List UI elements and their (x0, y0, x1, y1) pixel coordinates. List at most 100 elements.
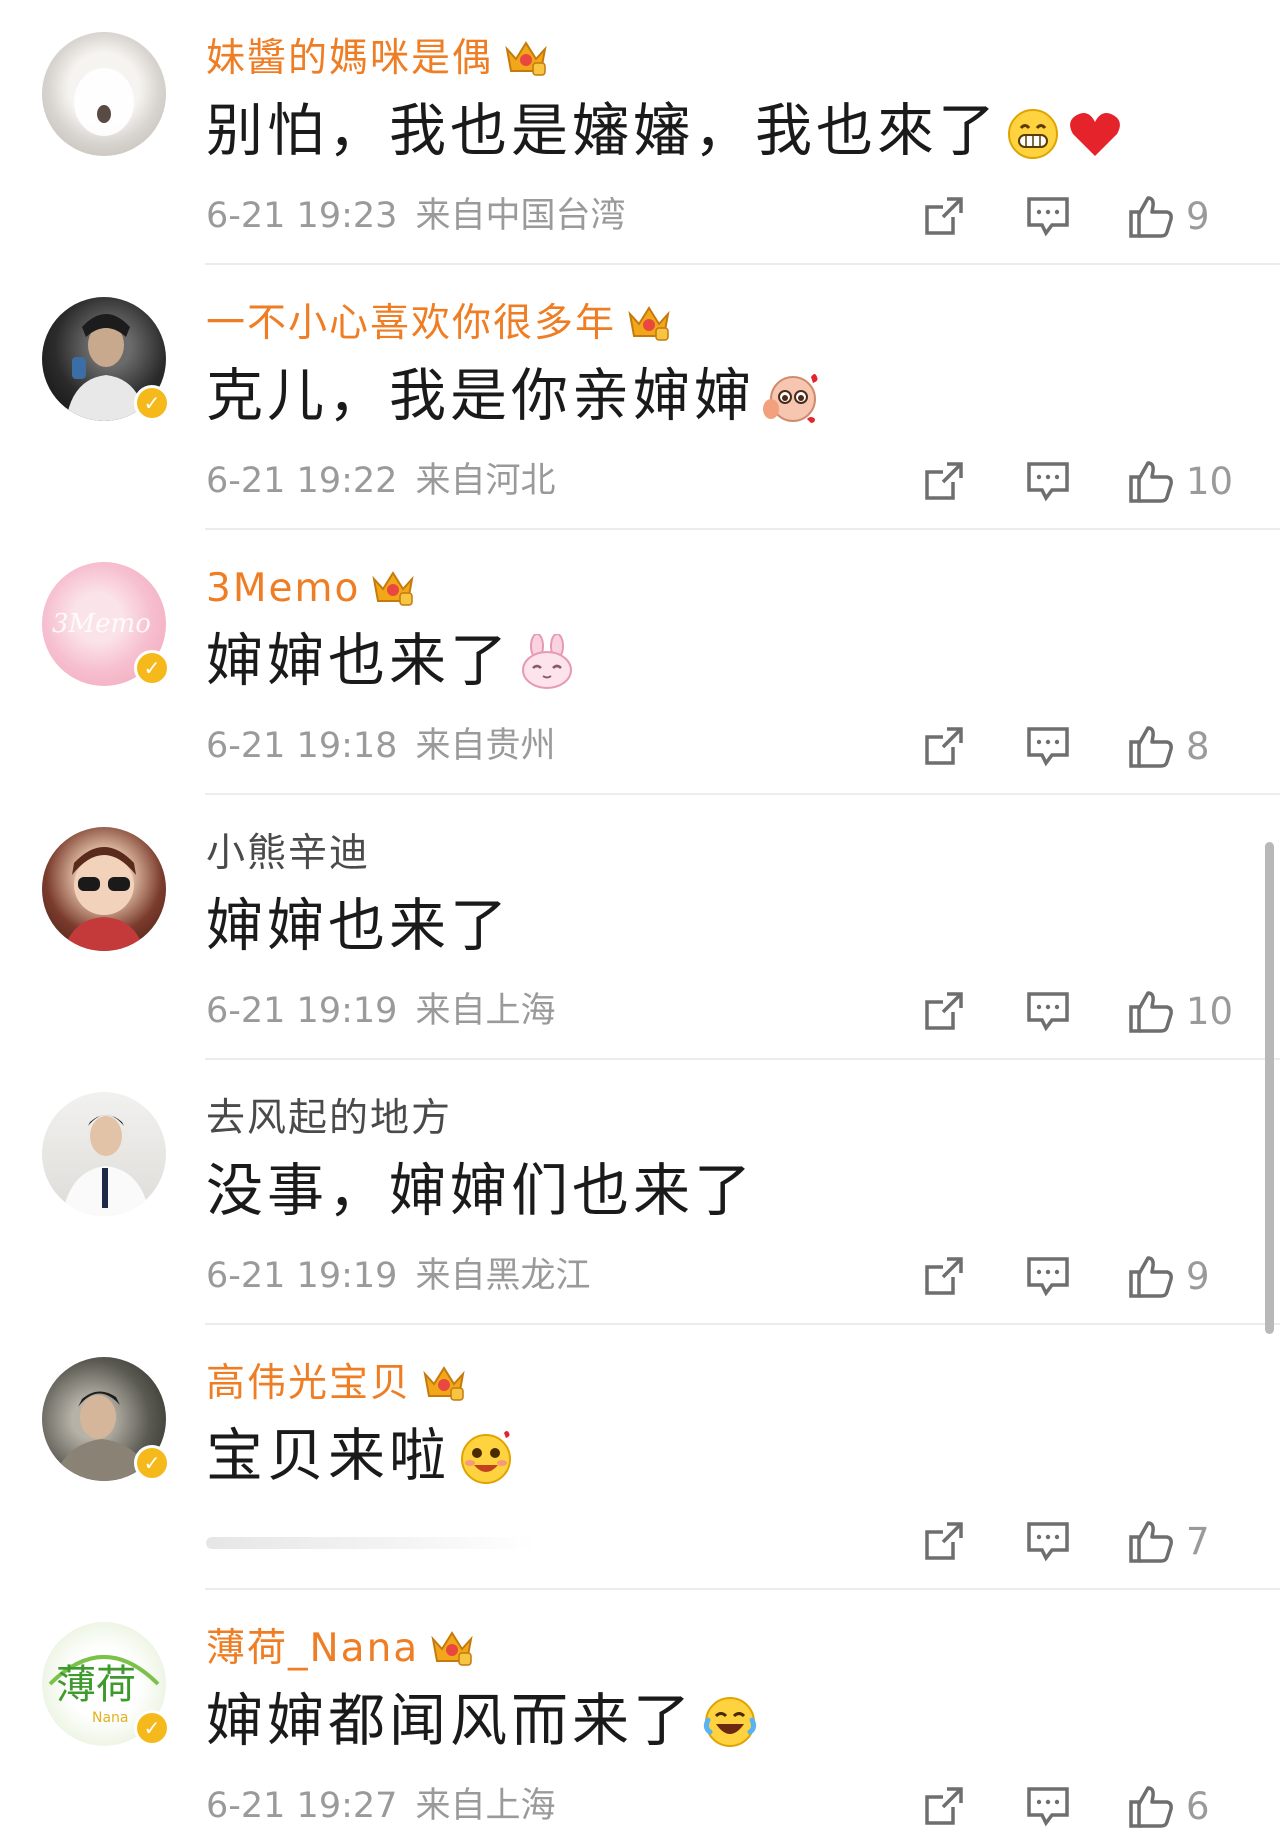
share-button[interactable] (920, 1517, 968, 1565)
verified-badge-icon: ✓ (134, 385, 170, 421)
comment-body: 克儿，我是你亲婶婶 (206, 363, 755, 429)
share-icon (925, 1257, 963, 1295)
comment-icon (1027, 462, 1069, 502)
username[interactable]: 小熊辛迪 (206, 831, 370, 877)
comment-icon (1027, 1787, 1069, 1827)
username[interactable]: 高伟光宝贝 (206, 1361, 467, 1413)
thumbs-up-icon (1129, 1786, 1173, 1828)
comment-item: 小熊辛迪 婶婶也来了 6-21 19:19 来自上海 10 (0, 795, 1280, 1060)
avatar-button[interactable]: ✓ (42, 1357, 170, 1481)
scrollbar[interactable] (1265, 842, 1274, 1334)
timestamp: 6-21 19:19 (206, 991, 398, 1031)
action-bar: 8 (920, 718, 1238, 774)
comment-body: 宝贝来啦 (206, 1423, 450, 1489)
like-count: 7 (1186, 1519, 1210, 1563)
avatar-button[interactable]: 3Memo ✓ (42, 562, 170, 686)
comment-icon (1027, 1522, 1069, 1562)
comment-feed: 妹醬的媽咪是偶 别怕，我也是嬸嬸，我也來了 6-21 19:23 来自中国台湾 9 (0, 0, 1280, 1840)
reply-button[interactable] (1024, 987, 1072, 1035)
like-button[interactable]: 8 (1128, 724, 1238, 768)
comment-meta: 6-21 19:27 来自上海 (206, 1784, 555, 1828)
dog-photo (74, 68, 134, 136)
comment-body: 婶婶都闻风而来了 (206, 1688, 694, 1754)
action-bar: 7 (920, 1513, 1238, 1569)
avatar (42, 1092, 166, 1216)
love-emoji-icon (458, 1429, 514, 1501)
shy-emoji-icon (763, 369, 819, 441)
like-button[interactable]: 10 (1128, 989, 1238, 1033)
vip-crown-icon (626, 302, 672, 353)
like-button[interactable]: 6 (1128, 1784, 1238, 1828)
svg-text:3Memo: 3Memo (52, 609, 151, 639)
action-bar: 6 (920, 1778, 1238, 1834)
reply-button[interactable] (1024, 722, 1072, 770)
username-text: 薄荷_Nana (206, 1626, 420, 1671)
avatar (42, 827, 166, 951)
reply-button[interactable] (1024, 192, 1072, 240)
avatar-button[interactable] (42, 827, 166, 951)
share-button[interactable] (920, 722, 968, 770)
location: 来自黑龙江 (415, 1256, 591, 1296)
timestamp: 6-21 19:18 (206, 726, 398, 766)
comment-item: 薄荷 Nana ✓ 薄荷_Nana 婶婶都闻风而来了 6-21 19:27 来自上… (0, 1590, 1280, 1840)
comment-text: 婶婶也来了 (206, 891, 511, 961)
username-text: 小熊辛迪 (206, 831, 371, 876)
username-text: 高伟光宝贝 (206, 1361, 412, 1406)
comment-meta: 6-21 19:18 来自贵州 (206, 724, 555, 768)
action-bar: 10 (920, 983, 1238, 1039)
username[interactable]: 去风起的地方 (206, 1096, 452, 1142)
comment-item: ✓ 高伟光宝贝 宝贝来啦 7 (0, 1325, 1280, 1590)
timestamp: 6-21 19:27 (206, 1786, 398, 1826)
avatar-button[interactable]: 薄荷 Nana ✓ (42, 1622, 170, 1746)
username[interactable]: 3Memo (206, 566, 416, 618)
share-button[interactable] (920, 1782, 968, 1830)
timestamp: 6-21 19:23 (206, 196, 398, 236)
laugh-cry-emoji-icon (702, 1694, 758, 1766)
username[interactable]: 一不小心喜欢你很多年 (206, 301, 672, 353)
share-button[interactable] (920, 192, 968, 240)
share-icon (925, 1787, 963, 1825)
comment-text: 别怕，我也是嬸嬸，我也來了 (206, 96, 1123, 176)
username[interactable]: 妹醬的媽咪是偶 (206, 36, 549, 88)
reply-button[interactable] (1024, 1517, 1072, 1565)
share-button[interactable] (920, 457, 968, 505)
comment-text: 婶婶都闻风而来了 (206, 1686, 758, 1766)
comment-icon (1027, 992, 1069, 1032)
like-button[interactable]: 10 (1128, 459, 1238, 503)
share-icon (925, 197, 963, 235)
comment-item: ✓ 一不小心喜欢你很多年 克儿，我是你亲婶婶 6-21 19:22 来自河北 10 (0, 265, 1280, 530)
vip-crown-icon (370, 567, 416, 618)
like-count: 10 (1186, 989, 1234, 1033)
comment-meta: 6-21 19:23 来自中国台湾 (206, 194, 625, 238)
like-button[interactable]: 9 (1128, 1254, 1238, 1298)
comment-body: 没事，婶婶们也来了 (206, 1158, 755, 1224)
share-button[interactable] (920, 1252, 968, 1300)
comment-text: 没事，婶婶们也来了 (206, 1156, 755, 1226)
like-count: 9 (1186, 1254, 1210, 1298)
like-button[interactable]: 7 (1128, 1519, 1238, 1563)
reply-button[interactable] (1024, 457, 1072, 505)
avatar-button[interactable] (42, 32, 166, 156)
comment-body: 婶婶也来了 (206, 628, 511, 694)
comment-text: 婶婶也来了 (206, 626, 575, 706)
like-button[interactable]: 9 (1128, 194, 1238, 238)
action-bar: 9 (920, 188, 1238, 244)
cartoon-girl-photo (64, 847, 144, 951)
avatar-button[interactable]: ✓ (42, 297, 170, 421)
person-photo (62, 1115, 150, 1216)
comment-body: 别怕，我也是嬸嬸，我也來了 (206, 98, 999, 164)
location: 来自上海 (415, 1786, 556, 1826)
svg-text:薄荷: 薄荷 (56, 1662, 136, 1708)
username[interactable]: 薄荷_Nana (206, 1626, 475, 1678)
thumbs-up-icon (1129, 726, 1173, 768)
comment-icon (1027, 727, 1069, 767)
like-count: 9 (1186, 194, 1210, 238)
share-icon (925, 727, 963, 765)
timestamp: 6-21 19:19 (206, 1256, 398, 1296)
vip-crown-icon (503, 37, 549, 88)
share-button[interactable] (920, 987, 968, 1035)
avatar-button[interactable] (42, 1092, 166, 1216)
reply-button[interactable] (1024, 1782, 1072, 1830)
blurred-meta (206, 1537, 536, 1549)
reply-button[interactable] (1024, 1252, 1072, 1300)
